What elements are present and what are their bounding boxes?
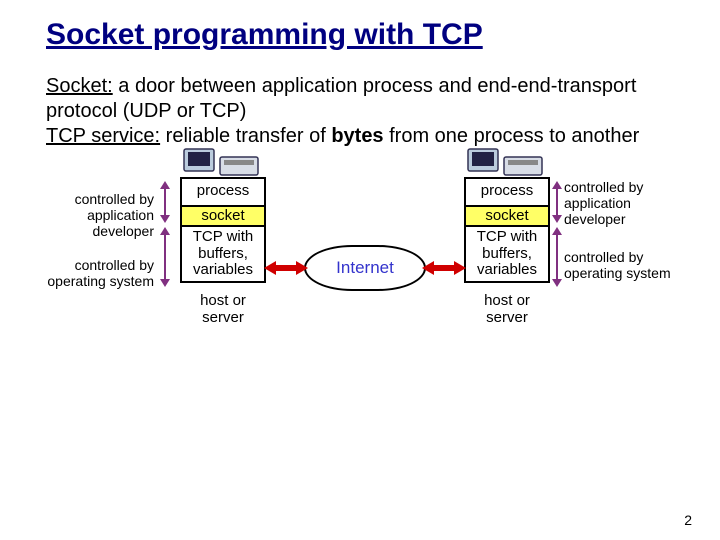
host-stack-right: process socket TCP with buffers, variabl… (464, 179, 550, 326)
internet-cloud: Internet (304, 245, 426, 291)
socket-layer: socket (180, 205, 266, 227)
annotation-os-right: controlled by operating system (564, 249, 674, 281)
process-layer: process (464, 177, 550, 207)
connection-arrow-icon (422, 261, 466, 275)
host-label: host or server (180, 293, 266, 326)
computer-icon (182, 143, 262, 177)
tcp-layer: TCP with buffers, variables (464, 225, 550, 283)
process-layer: process (180, 177, 266, 207)
connection-arrow-icon (264, 261, 308, 275)
annotation-app-developer-left: controlled by application developer (46, 191, 154, 239)
tcp-def-bold: bytes (331, 125, 383, 147)
socket-def-text: a door between application process and e… (46, 75, 636, 122)
computer-icon (466, 143, 546, 177)
annotation-os-left: controlled by operating system (46, 257, 154, 289)
diagram-area: controlled by application developer cont… (46, 179, 674, 389)
annotation-app-developer-right: controlled by application developer (564, 179, 674, 227)
page-number: 2 (684, 512, 692, 528)
definitions-block: Socket: a door between application proce… (46, 74, 674, 149)
tcp-layer: TCP with buffers, variables (180, 225, 266, 283)
host-stack-left: process socket TCP with buffers, variabl… (180, 179, 266, 326)
host-label: host or server (464, 293, 550, 326)
slide-title: Socket programming with TCP (46, 18, 674, 52)
socket-term: Socket: (46, 75, 113, 97)
internet-label: Internet (336, 258, 394, 278)
socket-layer: socket (464, 205, 550, 227)
tcp-service-term: TCP service: (46, 125, 160, 147)
